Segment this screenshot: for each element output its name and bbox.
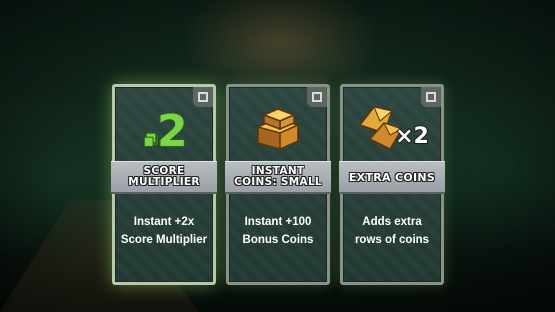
card-description: Instant +100 Bonus Coins [242, 216, 314, 246]
powerup-card-score-multiplier[interactable]: .2 SCORE MULTIPLIER Instant +2x Score Mu… [111, 84, 217, 285]
card-title: INSTANT COINS: SMALL [234, 165, 322, 188]
gold-coins-x2-icon: ×2 [343, 95, 441, 159]
gold-coin-stack-icon [229, 95, 327, 159]
card-title: EXTRA COINS [348, 170, 436, 184]
card-title: SCORE MULTIPLIER [128, 165, 200, 188]
multiplier-icon-text: .2 [140, 106, 187, 157]
x2-icon-text: ×2 [395, 124, 429, 149]
powerup-card-extra-coins[interactable]: ×2 EXTRA COINS Adds extra rows of coins [339, 84, 445, 285]
card-description: Adds extra rows of coins [354, 216, 430, 246]
card-title-banner: SCORE MULTIPLIER [111, 161, 217, 194]
card-title-banner: INSTANT COINS: SMALL [225, 161, 331, 194]
green-2x-multiplier-icon: .2 [115, 95, 213, 159]
card-title-banner: EXTRA COINS [339, 161, 445, 194]
powerup-card-instant-coins-small[interactable]: INSTANT COINS: SMALL Instant +100 Bonus … [225, 84, 331, 285]
card-description: Instant +2x Score Multiplier [120, 216, 208, 246]
